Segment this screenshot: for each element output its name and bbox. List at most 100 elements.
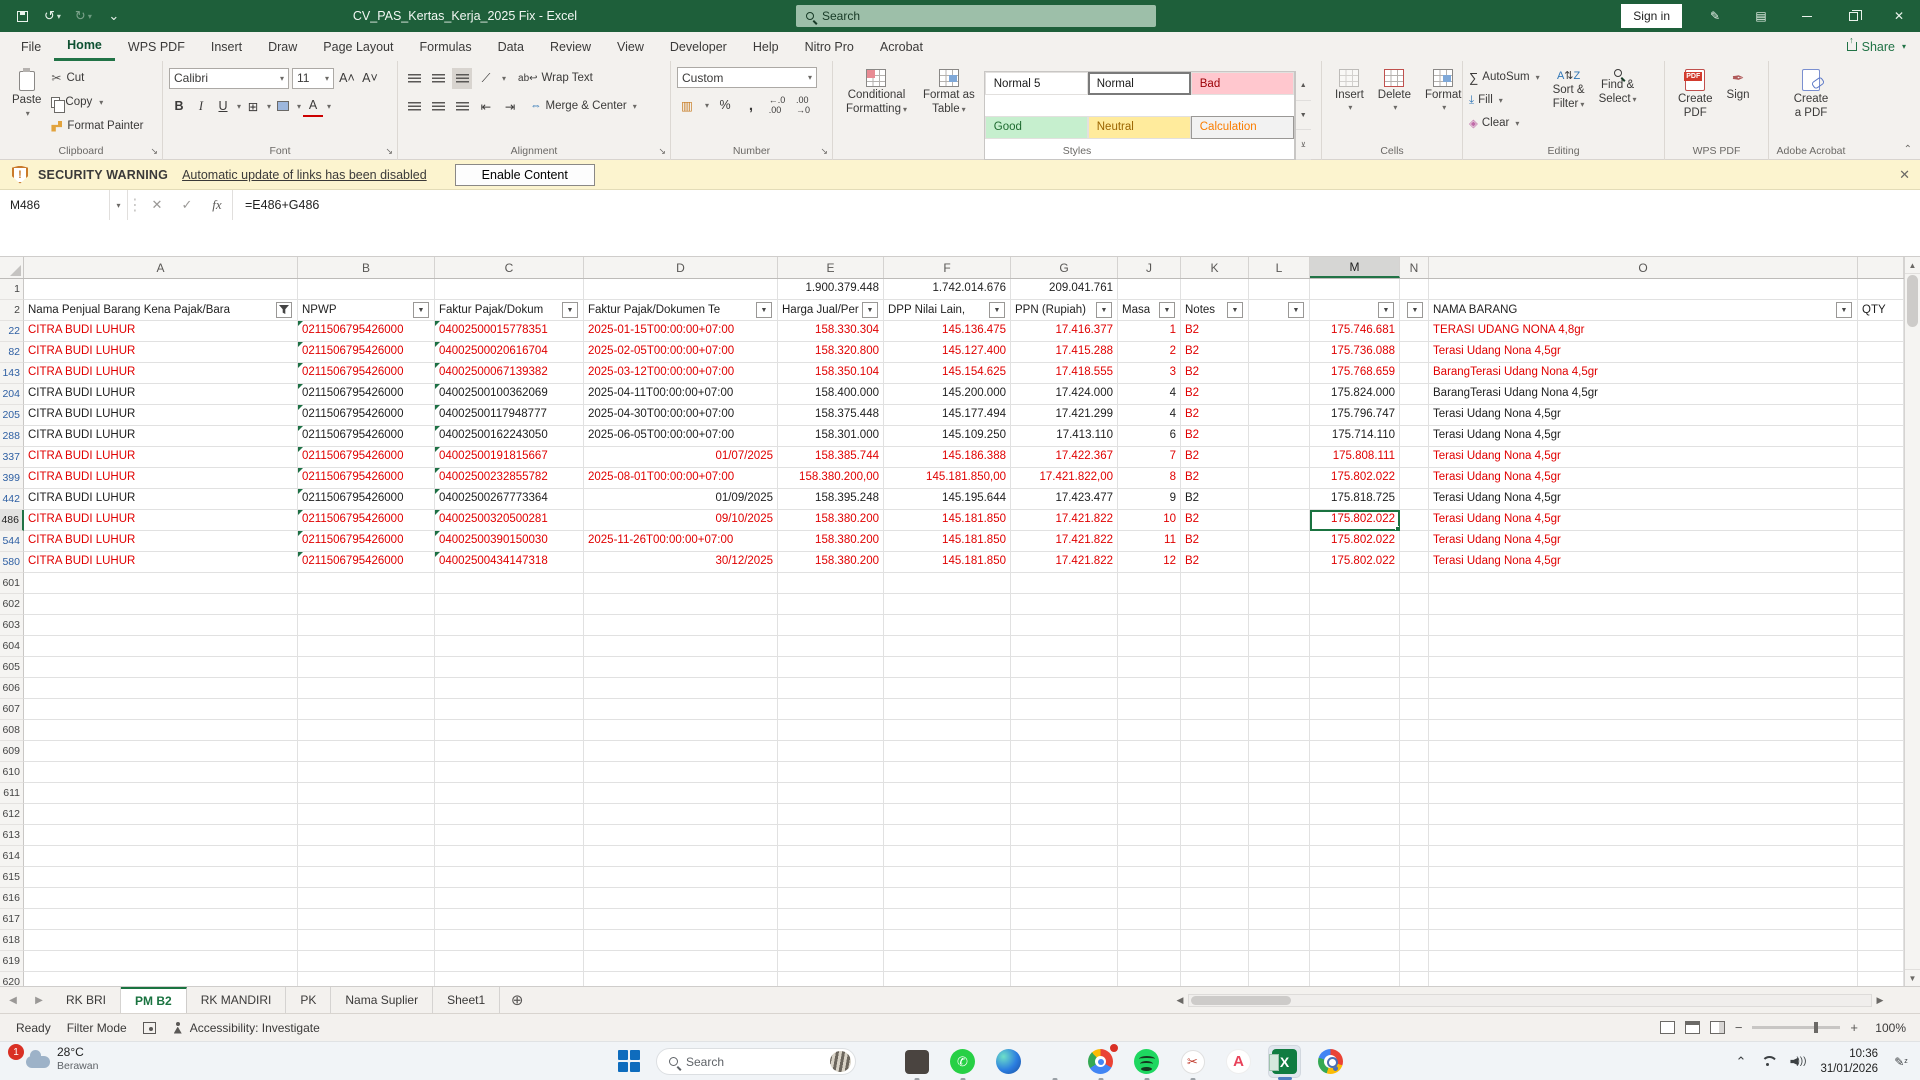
row-header-613[interactable]: 613 bbox=[0, 825, 24, 846]
ribbon-tab-help[interactable]: Help bbox=[740, 32, 792, 61]
cell-C[interactable]: 04002500015778351 bbox=[435, 321, 584, 342]
cell-O[interactable]: Terasi Udang Nona 4,5gr bbox=[1429, 342, 1858, 363]
cell-D[interactable]: 2025-04-30T00:00:00+07:00 bbox=[584, 405, 778, 426]
cell-J[interactable]: 11 bbox=[1118, 531, 1181, 552]
cell-O[interactable] bbox=[1429, 573, 1858, 594]
cell-M[interactable] bbox=[1310, 573, 1400, 594]
cell-K[interactable] bbox=[1181, 594, 1249, 615]
cell-F[interactable]: 145.154.625 bbox=[884, 363, 1011, 384]
cell-O[interactable]: Terasi Udang Nona 4,5gr bbox=[1429, 426, 1858, 447]
cell-F[interactable]: 145.136.475 bbox=[884, 321, 1011, 342]
cell-D[interactable] bbox=[584, 279, 778, 300]
cell-A[interactable] bbox=[24, 615, 298, 636]
clear-button[interactable]: ◈ Clear ▾ bbox=[1469, 113, 1540, 133]
row-header-614[interactable]: 614 bbox=[0, 846, 24, 867]
cell-O[interactable] bbox=[1429, 699, 1858, 720]
cell-O[interactable] bbox=[1429, 888, 1858, 909]
cell-M[interactable] bbox=[1310, 930, 1400, 951]
cell-E[interactable] bbox=[778, 699, 884, 720]
row-header-616[interactable]: 616 bbox=[0, 888, 24, 909]
header-cell-G[interactable]: PPN (Rupiah) ▼ bbox=[1011, 300, 1118, 321]
cell-D[interactable] bbox=[584, 867, 778, 888]
cell-P[interactable] bbox=[1858, 573, 1904, 594]
cell-E[interactable] bbox=[778, 846, 884, 867]
cell-G[interactable]: 17.421.299 bbox=[1011, 405, 1118, 426]
horizontal-scroll-thumb[interactable] bbox=[1191, 996, 1291, 1005]
save-icon[interactable] bbox=[14, 6, 30, 26]
cell-K[interactable]: B2 bbox=[1181, 531, 1249, 552]
cell-P[interactable] bbox=[1858, 468, 1904, 489]
find-select-button[interactable]: Find & Select ▾ bbox=[1592, 67, 1644, 133]
bold-button[interactable]: B bbox=[169, 96, 189, 117]
cell-J[interactable] bbox=[1118, 699, 1181, 720]
cell-D[interactable] bbox=[584, 699, 778, 720]
cancel-icon[interactable]: ✕ bbox=[142, 190, 172, 220]
cell-M[interactable]: 175.802.022 bbox=[1310, 531, 1400, 552]
cell-N[interactable] bbox=[1400, 972, 1429, 986]
cell-G[interactable]: 17.421.822 bbox=[1011, 510, 1118, 531]
cut-button[interactable]: ✂ Cut bbox=[51, 67, 143, 89]
cell-E[interactable] bbox=[778, 825, 884, 846]
cell-J[interactable] bbox=[1118, 678, 1181, 699]
row-header-617[interactable]: 617 bbox=[0, 909, 24, 930]
collapse-ribbon-icon[interactable]: ⌃ bbox=[1904, 144, 1912, 155]
cell-B[interactable] bbox=[298, 951, 435, 972]
cell-E[interactable] bbox=[778, 636, 884, 657]
cell-O[interactable] bbox=[1429, 846, 1858, 867]
top-align-icon[interactable] bbox=[404, 68, 424, 89]
font-color-icon[interactable]: A bbox=[303, 96, 324, 117]
cell-N[interactable] bbox=[1400, 342, 1429, 363]
cell-O[interactable] bbox=[1429, 930, 1858, 951]
cell-style-neutral[interactable]: Neutral bbox=[1087, 115, 1191, 139]
cell-E[interactable]: 158.385.744 bbox=[778, 447, 884, 468]
ribbon-tab-review[interactable]: Review bbox=[537, 32, 604, 61]
cell-A[interactable] bbox=[24, 741, 298, 762]
cell-A[interactable] bbox=[24, 636, 298, 657]
sheet-tab-rk-mandiri[interactable]: RK MANDIRI bbox=[187, 987, 287, 1013]
cell-B[interactable]: 0211506795426000 bbox=[298, 552, 435, 573]
zoom-slider-thumb[interactable] bbox=[1814, 1022, 1819, 1033]
cell-C[interactable]: 04002500390150030 bbox=[435, 531, 584, 552]
cell-P[interactable] bbox=[1858, 867, 1904, 888]
cell-L[interactable] bbox=[1249, 405, 1310, 426]
ribbon-tab-formulas[interactable]: Formulas bbox=[406, 32, 484, 61]
cell-J[interactable] bbox=[1118, 615, 1181, 636]
cell-C[interactable] bbox=[435, 573, 584, 594]
cell-P[interactable] bbox=[1858, 279, 1904, 300]
cell-G[interactable]: 17.415.288 bbox=[1011, 342, 1118, 363]
cell-E[interactable]: 158.320.800 bbox=[778, 342, 884, 363]
cell-G[interactable]: 17.424.000 bbox=[1011, 384, 1118, 405]
cell-F[interactable]: 145.181.850 bbox=[884, 552, 1011, 573]
cell-E[interactable]: 158.380.200,00 bbox=[778, 468, 884, 489]
cell-D[interactable] bbox=[584, 741, 778, 762]
cell-P[interactable] bbox=[1858, 531, 1904, 552]
cell-M[interactable] bbox=[1310, 741, 1400, 762]
cell-J[interactable]: 4 bbox=[1118, 405, 1181, 426]
cell-C[interactable]: 04002500434147318 bbox=[435, 552, 584, 573]
cell-N[interactable] bbox=[1400, 867, 1429, 888]
align-right-icon[interactable] bbox=[452, 96, 472, 117]
cell-O[interactable] bbox=[1429, 804, 1858, 825]
bottom-align-icon[interactable] bbox=[452, 67, 472, 89]
cell-N[interactable] bbox=[1400, 426, 1429, 447]
sort-filter-button[interactable]: A⇅Z Sort & Filter ▾ bbox=[1546, 67, 1592, 133]
cell-M[interactable]: 175.796.747 bbox=[1310, 405, 1400, 426]
cell-D[interactable] bbox=[584, 762, 778, 783]
tray-chevron-icon[interactable]: ⌃ bbox=[1736, 1054, 1747, 1070]
number-dialog-launcher-icon[interactable]: ↘ bbox=[820, 146, 828, 157]
column-header-K[interactable]: K bbox=[1181, 257, 1249, 278]
sheet-nav-left-icon[interactable]: ◀ bbox=[0, 987, 26, 1013]
cell-C[interactable]: 04002500267773364 bbox=[435, 489, 584, 510]
row-header-619[interactable]: 619 bbox=[0, 951, 24, 972]
name-box-dropdown-icon[interactable]: ▾ bbox=[110, 190, 128, 220]
header-cell-B[interactable]: NPWP ▼ bbox=[298, 300, 435, 321]
cell-K[interactable] bbox=[1181, 573, 1249, 594]
merge-center-button[interactable]: ⇔ Merge & Center ▾ bbox=[530, 100, 637, 112]
sign-in-button[interactable]: Sign in bbox=[1621, 4, 1682, 28]
format-painter-button[interactable]: Format Painter bbox=[51, 115, 143, 137]
scroll-down-icon[interactable]: ▼ bbox=[1905, 969, 1920, 986]
security-warning-link[interactable]: Automatic update of links has been disab… bbox=[182, 168, 427, 182]
row-header-615[interactable]: 615 bbox=[0, 867, 24, 888]
cell-B[interactable]: 0211506795426000 bbox=[298, 342, 435, 363]
cell-O[interactable] bbox=[1429, 657, 1858, 678]
